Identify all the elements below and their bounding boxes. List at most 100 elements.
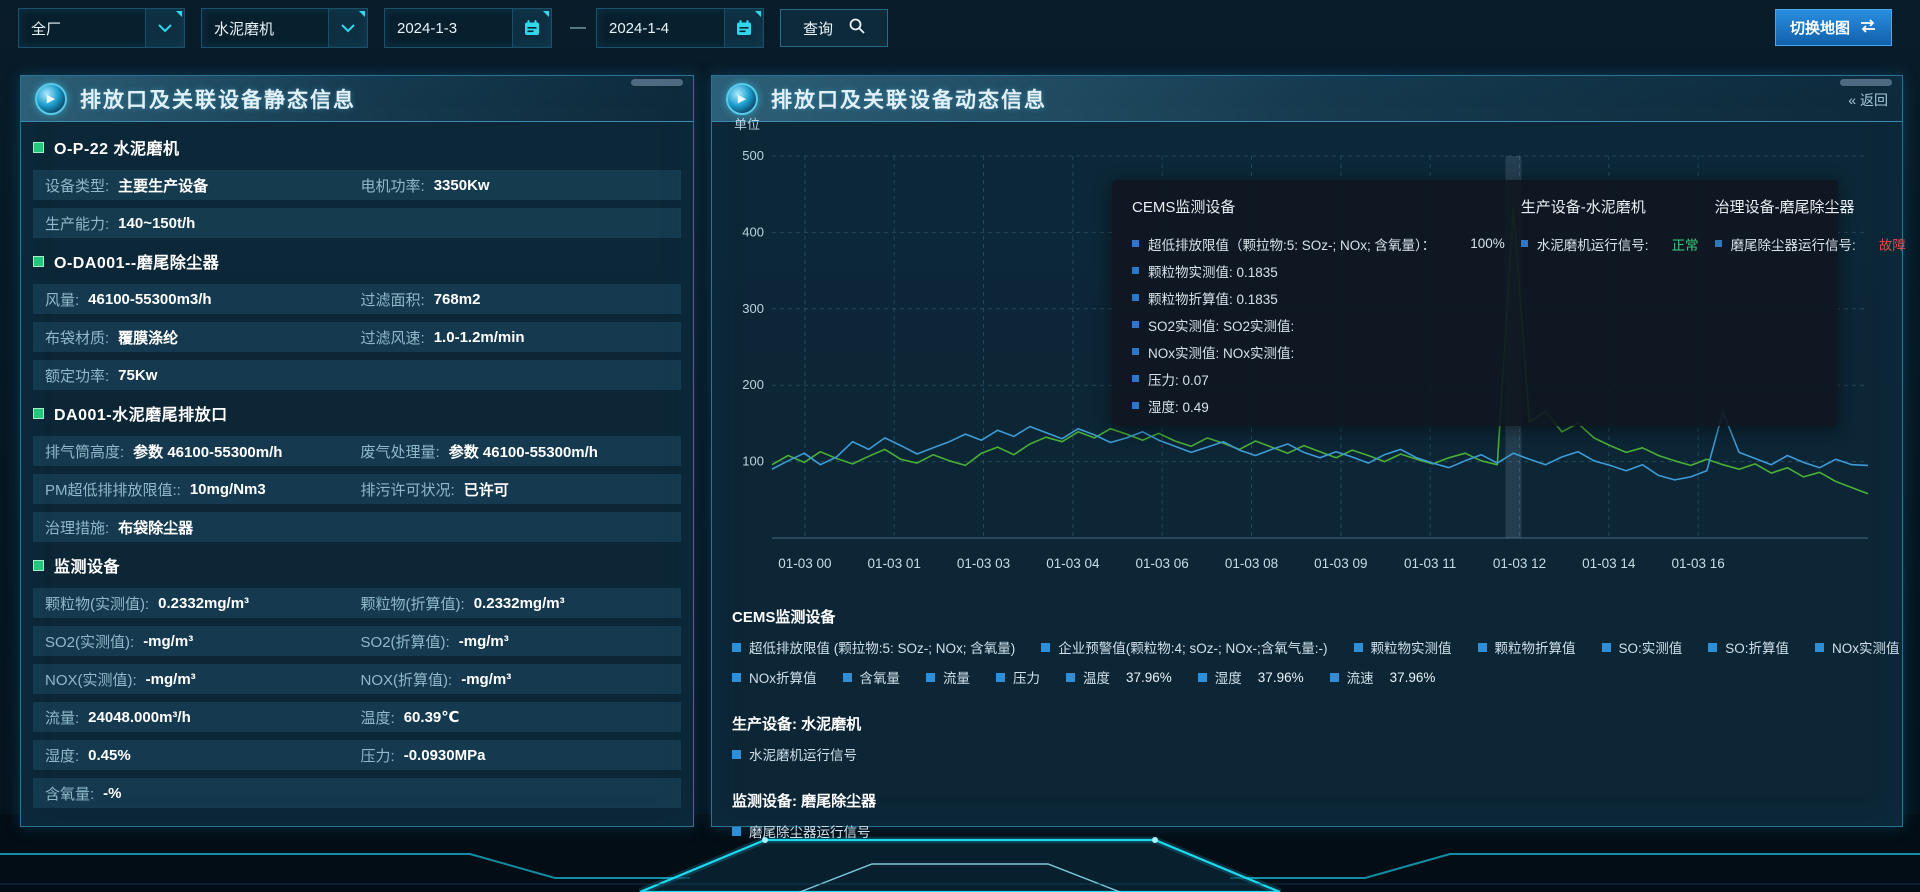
- calendar-icon[interactable]: [512, 9, 551, 47]
- query-button[interactable]: 查询: [780, 9, 888, 47]
- legend-bullet-icon: [996, 673, 1005, 682]
- field-value: 1.0-1.2m/min: [434, 329, 525, 346]
- field-label: PM超低排排放限值::: [45, 479, 181, 500]
- tooltip-production-column: 生产设备-水泥磨机 水泥磨机运行信号: 正常: [1521, 196, 1699, 410]
- legend-item[interactable]: NOx折算值: [732, 667, 817, 687]
- legend-bullet-icon: [1815, 643, 1824, 652]
- status-badge: 正常: [1672, 234, 1699, 254]
- chevron-down-icon[interactable]: [328, 9, 367, 47]
- legend-production-title: 生产设备: 水泥磨机: [732, 713, 1882, 734]
- plant-select[interactable]: 全厂: [18, 8, 185, 48]
- legend-item[interactable]: 流量: [926, 667, 970, 687]
- legend-label: 超低排放限值 (颗拉物:5: SOz-; NOx; 含氧量): [749, 637, 1015, 657]
- scrollbar-thumb[interactable]: [1840, 79, 1892, 86]
- bullet-icon: [1132, 294, 1139, 301]
- info-row: 布袋材质:覆膜涤纶过滤风速:1.0-1.2m/min: [33, 322, 681, 352]
- field-value: 参数 46100-55300m/h: [133, 441, 282, 462]
- legend-item[interactable]: SO:折算值: [1708, 637, 1789, 657]
- tooltip-item: 颗粒物实测值: 0.1835: [1132, 257, 1505, 284]
- tooltip-production-signal: 水泥磨机运行信号: 正常: [1521, 230, 1699, 257]
- field-value: -0.0930MPa: [404, 747, 486, 764]
- chevron-down-icon[interactable]: [145, 9, 184, 47]
- svg-text:200: 200: [742, 377, 764, 392]
- legend-item[interactable]: 磨尾除尘器运行信号: [732, 821, 871, 841]
- legend-value: 37.96%: [1390, 670, 1436, 685]
- tooltip-cems-title: CEMS监测设备: [1132, 196, 1505, 217]
- info-row: 设备类型:主要生产设备电机功率:3350Kw: [33, 170, 681, 200]
- svg-text:01-03 06: 01-03 06: [1136, 556, 1189, 571]
- legend-label: 流量: [943, 667, 970, 687]
- tooltip-item-label: SO2实测值: SO2实测值:: [1148, 315, 1294, 335]
- scrollbar-thumb[interactable]: [631, 79, 683, 86]
- switch-map-button[interactable]: 切换地图: [1775, 9, 1892, 46]
- legend-item[interactable]: 水泥磨机运行信号: [732, 744, 857, 764]
- field-value: -mg/m³: [143, 633, 193, 650]
- search-icon: [849, 18, 865, 38]
- info-row: 颗粒物(实测值):0.2332mg/m³颗粒物(折算值):0.2332mg/m³: [33, 588, 681, 618]
- legend-bullet-icon: [843, 673, 852, 682]
- legend-item[interactable]: 颗粒物实测值: [1354, 637, 1452, 657]
- device-select-value: 水泥磨机: [202, 18, 328, 39]
- legend-item[interactable]: 湿度37.96%: [1198, 667, 1304, 687]
- green-square-icon: [33, 560, 44, 571]
- green-square-icon: [33, 408, 44, 419]
- svg-text:01-03 00: 01-03 00: [778, 556, 831, 571]
- legend-item[interactable]: 企业预警值(颗粒物:4; sOz-; NOx-;含氧气量:-): [1041, 637, 1327, 657]
- legend-monitor-items: 磨尾除尘器运行信号: [732, 821, 1882, 841]
- field-label: 额定功率:: [45, 365, 109, 386]
- legend-monitor-title: 监测设备: 磨尾除尘器: [732, 790, 1882, 811]
- legend-bullet-icon: [1602, 643, 1611, 652]
- bullet-icon: [1132, 321, 1139, 328]
- svg-text:01-03 16: 01-03 16: [1671, 556, 1724, 571]
- legend-label: 流速: [1347, 667, 1374, 687]
- legend-item[interactable]: 超低排放限值 (颗拉物:5: SOz-; NOx; 含氧量): [732, 637, 1015, 657]
- section-title: O-P-22 水泥磨机: [54, 135, 180, 159]
- legend-item[interactable]: 流速 37.96%: [1330, 667, 1436, 687]
- field-value: 布袋除尘器: [118, 517, 193, 538]
- legend-item[interactable]: 含氧量: [843, 667, 901, 687]
- section-header: O-P-22 水泥磨机: [33, 132, 681, 162]
- legend-label: 颗粒物实测值: [1371, 637, 1452, 657]
- back-link[interactable]: « 返回: [1848, 90, 1888, 110]
- field-label: 过滤面积:: [361, 289, 425, 310]
- device-select[interactable]: 水泥磨机: [201, 8, 368, 48]
- field-label: 排气筒高度:: [45, 441, 124, 462]
- field-value: 3350Kw: [434, 177, 490, 194]
- start-date-picker[interactable]: 2024-1-3: [384, 8, 552, 48]
- field-label: NOX(实测值):: [45, 669, 137, 690]
- calendar-icon[interactable]: [724, 9, 763, 47]
- field-value: 主要生产设备: [118, 175, 208, 196]
- field-value: 60.39℃: [404, 708, 460, 726]
- info-row: 风量:46100-55300m3/h过滤面积:768m2: [33, 284, 681, 314]
- legend-row-1: 超低排放限值 (颗拉物:5: SOz-; NOx; 含氧量) 企业预警值(颗粒物:…: [732, 637, 1882, 657]
- tooltip-cems-items: 超低排放限值（颗拉物:5: SOz-; NOx; 含氧量）：100%颗粒物实测值…: [1132, 230, 1505, 419]
- status-badge: 故障: [1879, 234, 1906, 254]
- legend-bullet-icon: [1708, 643, 1717, 652]
- field-label: 压力:: [361, 745, 395, 766]
- static-info-panel: ▶ 排放口及关联设备静态信息 O-P-22 水泥磨机设备类型:主要生产设备电机功…: [20, 75, 694, 827]
- plant-select-value: 全厂: [19, 18, 145, 39]
- signal-label: 磨尾除尘器运行信号:: [1731, 234, 1856, 254]
- field-value: -mg/m³: [146, 671, 196, 688]
- end-date-picker[interactable]: 2024-1-4: [596, 8, 764, 48]
- swap-arrows-icon: [1859, 19, 1877, 37]
- field-label: 生产能力:: [45, 213, 109, 234]
- legend-item[interactable]: NOx实测值: [1815, 637, 1900, 657]
- field-value: 46100-55300m3/h: [88, 291, 211, 308]
- field-value: 140~150t/h: [118, 215, 195, 232]
- field-label: SO2(实测值):: [45, 631, 134, 652]
- legend-bullet-icon: [732, 827, 741, 836]
- svg-text:01-03 03: 01-03 03: [957, 556, 1010, 571]
- field-label: 电机功率:: [361, 175, 425, 196]
- section-title: 监测设备: [54, 553, 120, 577]
- legend-item[interactable]: 压力: [996, 667, 1040, 687]
- legend-label: 企业预警值(颗粒物:4; sOz-; NOx-;含氧气量:-): [1058, 637, 1327, 657]
- legend-bullet-icon: [732, 750, 741, 759]
- legend-item[interactable]: SO:实测值: [1602, 637, 1683, 657]
- legend-item[interactable]: 温度37.96%: [1066, 667, 1172, 687]
- field-value: 覆膜涤纶: [118, 327, 178, 348]
- field-value: -mg/m³: [459, 633, 509, 650]
- field-label: 排污许可状况:: [361, 479, 455, 500]
- legend-item[interactable]: 颗粒物折算值: [1478, 637, 1576, 657]
- signal-label: 水泥磨机运行信号:: [1537, 234, 1649, 254]
